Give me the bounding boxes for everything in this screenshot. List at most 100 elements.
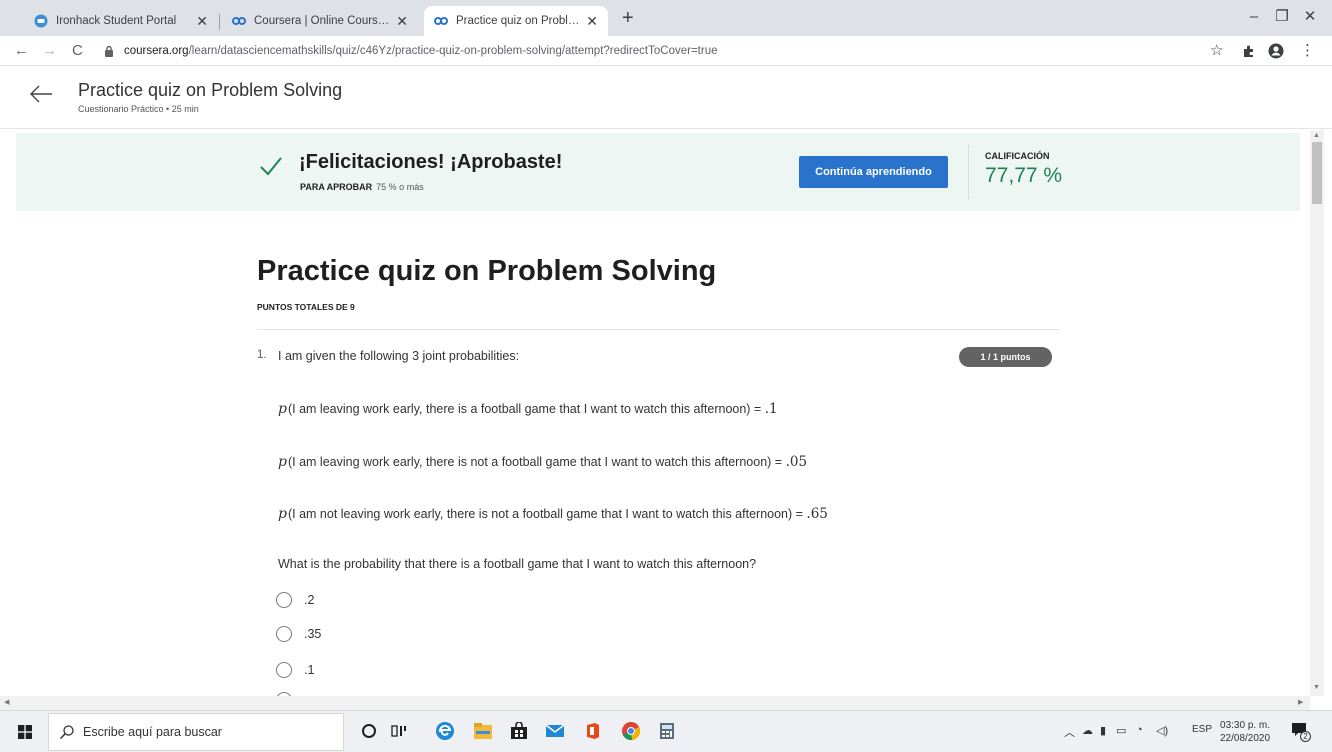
- answer-option[interactable]: .2: [276, 590, 314, 610]
- tab-label: Ironhack Student Portal: [56, 15, 177, 27]
- question-intro: I am given the following 3 joint probabi…: [278, 349, 520, 363]
- scroll-down-icon[interactable]: ▼: [1313, 684, 1320, 691]
- windows-start-icon[interactable]: [18, 725, 32, 739]
- continue-learning-button[interactable]: Continúa aprendiendo: [799, 156, 948, 188]
- ironhack-icon: [34, 14, 48, 28]
- close-tab-icon[interactable]: ✕: [586, 13, 598, 30]
- probability-text: (I am leaving work early, there is not a…: [287, 455, 786, 469]
- calculator-icon[interactable]: [656, 720, 678, 742]
- probability-line: p(I am not leaving work early, there is …: [278, 506, 828, 522]
- new-tab-button[interactable]: +: [622, 8, 634, 28]
- battery-icon[interactable]: ▭: [1116, 724, 1126, 737]
- usb-icon[interactable]: ▮: [1100, 724, 1106, 737]
- probability-value: .1: [764, 401, 778, 417]
- question-number: 1.: [257, 349, 267, 361]
- page-title: Practice quiz on Problem Solving: [78, 80, 343, 100]
- option-label: .1: [304, 663, 315, 677]
- tab-label: Practice quiz on Problem Solving: [456, 15, 581, 27]
- file-explorer-icon[interactable]: [472, 720, 494, 742]
- forward-button[interactable]: →: [42, 41, 57, 61]
- page-subtitle: Cuestionario Práctico • 25 min: [78, 104, 199, 114]
- windows-taskbar: Escribe aquí para buscar ︿ ☁ ▮ ▭ ◔ ◁) ES…: [0, 710, 1332, 752]
- probability-value: .65: [806, 506, 828, 522]
- pass-value: 75 % o más: [376, 182, 424, 192]
- checkmark-icon: [258, 153, 284, 179]
- wifi-icon[interactable]: ◔: [1136, 724, 1143, 736]
- search-icon: [59, 724, 75, 740]
- probability-symbol: p: [278, 506, 287, 522]
- language-indicator[interactable]: ESP: [1192, 724, 1212, 735]
- congrats-heading: ¡Felicitaciones! ¡Aprobaste!: [299, 151, 563, 173]
- menu-icon[interactable]: ⋮: [1300, 41, 1315, 61]
- lock-icon: [104, 45, 114, 57]
- edge-icon[interactable]: [434, 720, 456, 742]
- pass-requirement: PARA APROBAR 75 % o más: [300, 182, 424, 192]
- back-button[interactable]: ←: [14, 41, 29, 61]
- notification-count: 2: [1300, 731, 1311, 742]
- answer-option[interactable]: .35: [276, 624, 321, 644]
- cortana-icon[interactable]: [358, 720, 380, 742]
- vertical-scrollbar[interactable]: ▲ ▼: [1310, 130, 1324, 696]
- back-arrow-icon[interactable]: [28, 81, 54, 107]
- option-label: .35: [304, 627, 322, 641]
- coursera-icon: [232, 14, 246, 28]
- grade-value: 77,77 %: [985, 164, 1063, 187]
- horizontal-scrollbar[interactable]: ◀ ▶: [0, 696, 1310, 710]
- chrome-icon[interactable]: [620, 720, 642, 742]
- extensions-icon[interactable]: [1242, 41, 1256, 64]
- scroll-right-icon[interactable]: ▶: [1298, 698, 1303, 706]
- radio-button[interactable]: [276, 626, 292, 642]
- url-host: coursera.org: [124, 45, 189, 57]
- reload-button[interactable]: C: [72, 41, 83, 61]
- profile-icon[interactable]: [1268, 41, 1284, 65]
- probability-value: .05: [785, 454, 808, 470]
- mail-icon[interactable]: [544, 720, 566, 742]
- points-badge: 1 / 1 puntos: [959, 347, 1052, 367]
- option-label: .2: [304, 593, 315, 607]
- divider: [257, 329, 1060, 330]
- banner-divider: [968, 145, 969, 199]
- radio-button[interactable]: [276, 662, 292, 678]
- office-icon[interactable]: [582, 720, 604, 742]
- browser-toolbar: ← → C coursera.org/learn/datasciencemath…: [0, 36, 1332, 66]
- clock-time: 03:30 p. m.: [1220, 720, 1271, 731]
- probability-symbol: p: [278, 454, 287, 470]
- question-text: What is the probability that there is a …: [278, 557, 757, 571]
- total-points: PUNTOS TOTALES DE 9: [257, 302, 355, 312]
- probability-symbol: p: [278, 401, 287, 417]
- store-icon[interactable]: [508, 720, 530, 742]
- taskbar-search-input[interactable]: Escribe aquí para buscar: [48, 713, 344, 751]
- clock[interactable]: 03:30 p. m. 22/08/2020: [1220, 719, 1270, 745]
- tab-divider: [219, 14, 220, 30]
- task-view-icon[interactable]: [388, 720, 410, 742]
- tab-label: Coursera | Online Courses & Cre: [254, 15, 390, 27]
- coursera-icon: [434, 14, 448, 28]
- probability-line: p(I am leaving work early, there is a fo…: [278, 401, 778, 417]
- url-path: /learn/datasciencemathskills/quiz/c46Yz/…: [188, 45, 718, 57]
- browser-tabstrip: Ironhack Student Portal ✕ Coursera | Onl…: [0, 0, 1332, 36]
- scroll-left-icon[interactable]: ◀: [4, 698, 9, 706]
- pass-label: PARA APROBAR: [300, 182, 373, 192]
- answer-option[interactable]: .1: [276, 660, 314, 680]
- grade-label: CALIFICACIÓN: [985, 151, 1050, 161]
- tab-practice-quiz[interactable]: Practice quiz on Problem Solving ✕: [424, 6, 608, 36]
- quiz-title: Practice quiz on Problem Solving: [257, 255, 717, 287]
- radio-button[interactable]: [276, 592, 292, 608]
- bookmark-star-icon[interactable]: ☆: [1210, 41, 1223, 61]
- tab-coursera[interactable]: Coursera | Online Courses & Cre ✕: [222, 6, 418, 36]
- close-window-button[interactable]: ✕: [1290, 6, 1330, 28]
- address-bar[interactable]: coursera.org/learn/datasciencemathskills…: [104, 40, 1194, 62]
- scrollbar-thumb[interactable]: [1312, 142, 1322, 204]
- close-tab-icon[interactable]: ✕: [396, 13, 408, 30]
- probability-text: (I am leaving work early, there is a foo…: [287, 402, 765, 416]
- scroll-up-icon[interactable]: ▲: [1313, 132, 1320, 139]
- clock-date: 22/08/2020: [1220, 733, 1271, 744]
- volume-icon[interactable]: ◁): [1156, 724, 1168, 737]
- close-tab-icon[interactable]: ✕: [196, 13, 208, 30]
- show-hidden-icons-icon[interactable]: ︿: [1064, 724, 1075, 740]
- probability-line: p(I am leaving work early, there is not …: [278, 454, 807, 470]
- onedrive-icon[interactable]: ☁: [1082, 724, 1093, 737]
- tab-ironhack[interactable]: Ironhack Student Portal ✕: [24, 6, 218, 36]
- result-banner: ¡Felicitaciones! ¡Aprobaste! PARA APROBA…: [16, 133, 1300, 211]
- search-placeholder: Escribe aquí para buscar: [83, 725, 222, 739]
